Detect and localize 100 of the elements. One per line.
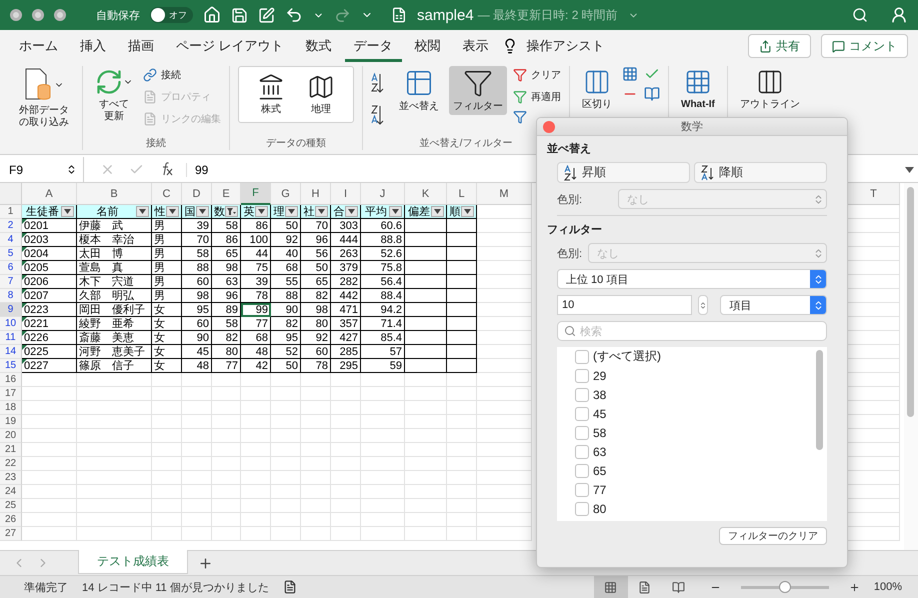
ribbon-tab[interactable]: ホーム xyxy=(10,30,67,62)
row-header[interactable]: 7 xyxy=(0,275,22,289)
table-cell[interactable]: 96 xyxy=(212,289,241,303)
table-cell[interactable]: 0225 xyxy=(22,345,77,359)
table-cell[interactable]: 0223 xyxy=(22,303,77,317)
name-box[interactable]: F9 xyxy=(0,157,84,182)
table-cell[interactable]: 48 xyxy=(241,345,271,359)
checkbox[interactable] xyxy=(575,388,589,402)
table-cell[interactable]: 65 xyxy=(212,247,241,261)
table-cell[interactable]: 442 xyxy=(331,289,361,303)
table-cell[interactable]: 女 xyxy=(152,345,182,359)
row-header[interactable]: 11 xyxy=(0,331,22,345)
table-cell[interactable]: 68 xyxy=(271,261,301,275)
table-cell[interactable]: 68 xyxy=(241,331,271,345)
ribbon-button[interactable]: 再適用 xyxy=(513,88,561,106)
table-cell[interactable]: 39 xyxy=(182,219,212,233)
table-cell[interactable]: 女 xyxy=(152,317,182,331)
column-header[interactable]: J xyxy=(361,183,405,205)
zoom-slider-thumb[interactable] xyxy=(778,581,791,593)
table-cell[interactable]: 39 xyxy=(241,275,271,289)
refresh-all-button[interactable]: すべて更新 xyxy=(91,66,137,125)
window-zoom-button[interactable] xyxy=(54,9,66,21)
table-cell[interactable]: 295 xyxy=(331,359,361,373)
filter-dropdown-button[interactable] xyxy=(461,206,474,217)
table-cell[interactable]: 282 xyxy=(331,275,361,289)
table-cell[interactable]: 57 xyxy=(361,345,405,359)
rule-select[interactable]: 上位 10 項目 xyxy=(557,269,827,289)
clear-filter-button[interactable]: フィルターのクリア xyxy=(719,527,827,545)
table-cell[interactable]: 女 xyxy=(152,303,182,317)
table-cell[interactable]: 60 xyxy=(301,345,331,359)
table-cell[interactable]: 88 xyxy=(271,289,301,303)
table-cell[interactable]: 男 xyxy=(152,247,182,261)
table-cell[interactable]: 78 xyxy=(301,359,331,373)
row-header[interactable]: 8 xyxy=(0,289,22,303)
table-cell[interactable]: 80 xyxy=(301,317,331,331)
table-cell[interactable]: 285 xyxy=(331,345,361,359)
filter-dropdown-button[interactable] xyxy=(315,206,328,217)
table-cell[interactable]: 86 xyxy=(241,219,271,233)
row-header[interactable]: 24 xyxy=(0,485,22,499)
table-cell[interactable]: 伊藤 武 xyxy=(77,219,152,233)
vertical-scrollbar[interactable] xyxy=(904,183,918,550)
checkbox[interactable] xyxy=(575,502,589,516)
ribbon-tab[interactable]: 挿入 xyxy=(71,30,115,62)
tell-me-search[interactable]: 操作アシスト xyxy=(518,30,614,62)
column-header[interactable]: T xyxy=(848,183,900,205)
table-cell[interactable]: 86 xyxy=(212,233,241,247)
window-minimize-button[interactable] xyxy=(32,9,44,21)
table-cell[interactable]: 56 xyxy=(301,247,331,261)
column-header[interactable]: B xyxy=(77,183,152,205)
table-cell[interactable]: 男 xyxy=(152,233,182,247)
table-cell[interactable]: 45 xyxy=(182,345,212,359)
close-button[interactable] xyxy=(543,120,555,132)
table-cell[interactable]: 48 xyxy=(182,359,212,373)
table-cell[interactable]: 78 xyxy=(241,289,271,303)
table-cell[interactable]: 女 xyxy=(152,359,182,373)
sheet-tab[interactable]: テスト成績表 xyxy=(78,550,188,574)
row-header[interactable]: 10 xyxy=(0,317,22,331)
filter-dropdown-button[interactable] xyxy=(196,206,209,217)
row-header[interactable]: 2 xyxy=(0,219,22,233)
table-cell[interactable]: 75.8 xyxy=(361,261,405,275)
table-cell[interactable]: 42 xyxy=(241,359,271,373)
table-cell[interactable]: 65 xyxy=(301,275,331,289)
count-field[interactable]: 10 xyxy=(557,295,692,315)
table-cell[interactable]: 70 xyxy=(301,219,331,233)
row-header[interactable]: 21 xyxy=(0,443,22,457)
table-cell[interactable]: 95 xyxy=(271,331,301,345)
sort-ascending-button[interactable]: 昇順 xyxy=(557,162,690,183)
table-cell[interactable]: 100 xyxy=(241,233,271,247)
checkbox[interactable] xyxy=(575,444,589,458)
table-cell[interactable]: 89 xyxy=(212,303,241,317)
ribbon-tab[interactable]: 描画 xyxy=(119,30,163,62)
table-cell[interactable]: 岡田 優利子 xyxy=(77,303,152,317)
save-icon[interactable] xyxy=(231,6,248,24)
view-button[interactable] xyxy=(594,576,628,598)
row-header[interactable]: 14 xyxy=(0,345,22,359)
filter-applied-button[interactable] xyxy=(225,206,238,217)
autosave-toggle[interactable]: オフ xyxy=(150,7,193,23)
edit-icon[interactable] xyxy=(258,6,275,24)
table-cell[interactable]: 98 xyxy=(301,303,331,317)
table-cell[interactable]: 男 xyxy=(152,289,182,303)
data-type-button[interactable]: 株式 xyxy=(253,71,289,118)
add-sheet-icon[interactable] xyxy=(198,556,213,570)
row-header[interactable]: 5 xyxy=(0,247,22,261)
count-stepper[interactable] xyxy=(698,295,708,315)
table-cell[interactable]: 88 xyxy=(182,261,212,275)
checkbox[interactable] xyxy=(575,426,589,440)
table-cell[interactable]: 河野 恵美子 xyxy=(77,345,152,359)
checkbox[interactable] xyxy=(575,368,589,382)
table-cell[interactable]: 52 xyxy=(271,345,301,359)
filter-dropdown-button[interactable] xyxy=(389,206,402,217)
advanced-filter-icon[interactable] xyxy=(513,110,527,124)
table-cell[interactable]: 357 xyxy=(331,317,361,331)
filter-dropdown-button[interactable] xyxy=(166,206,179,217)
share-button[interactable]: 共有 xyxy=(748,34,811,58)
table-cell[interactable]: 0203 xyxy=(22,233,77,247)
ribbon-tab[interactable]: 数式 xyxy=(296,30,341,62)
table-cell[interactable]: 萱島 真 xyxy=(77,261,152,275)
table-cell[interactable]: 男 xyxy=(152,219,182,233)
table-cell[interactable]: 久部 明弘 xyxy=(77,289,152,303)
table-cell[interactable]: 52.6 xyxy=(361,247,405,261)
